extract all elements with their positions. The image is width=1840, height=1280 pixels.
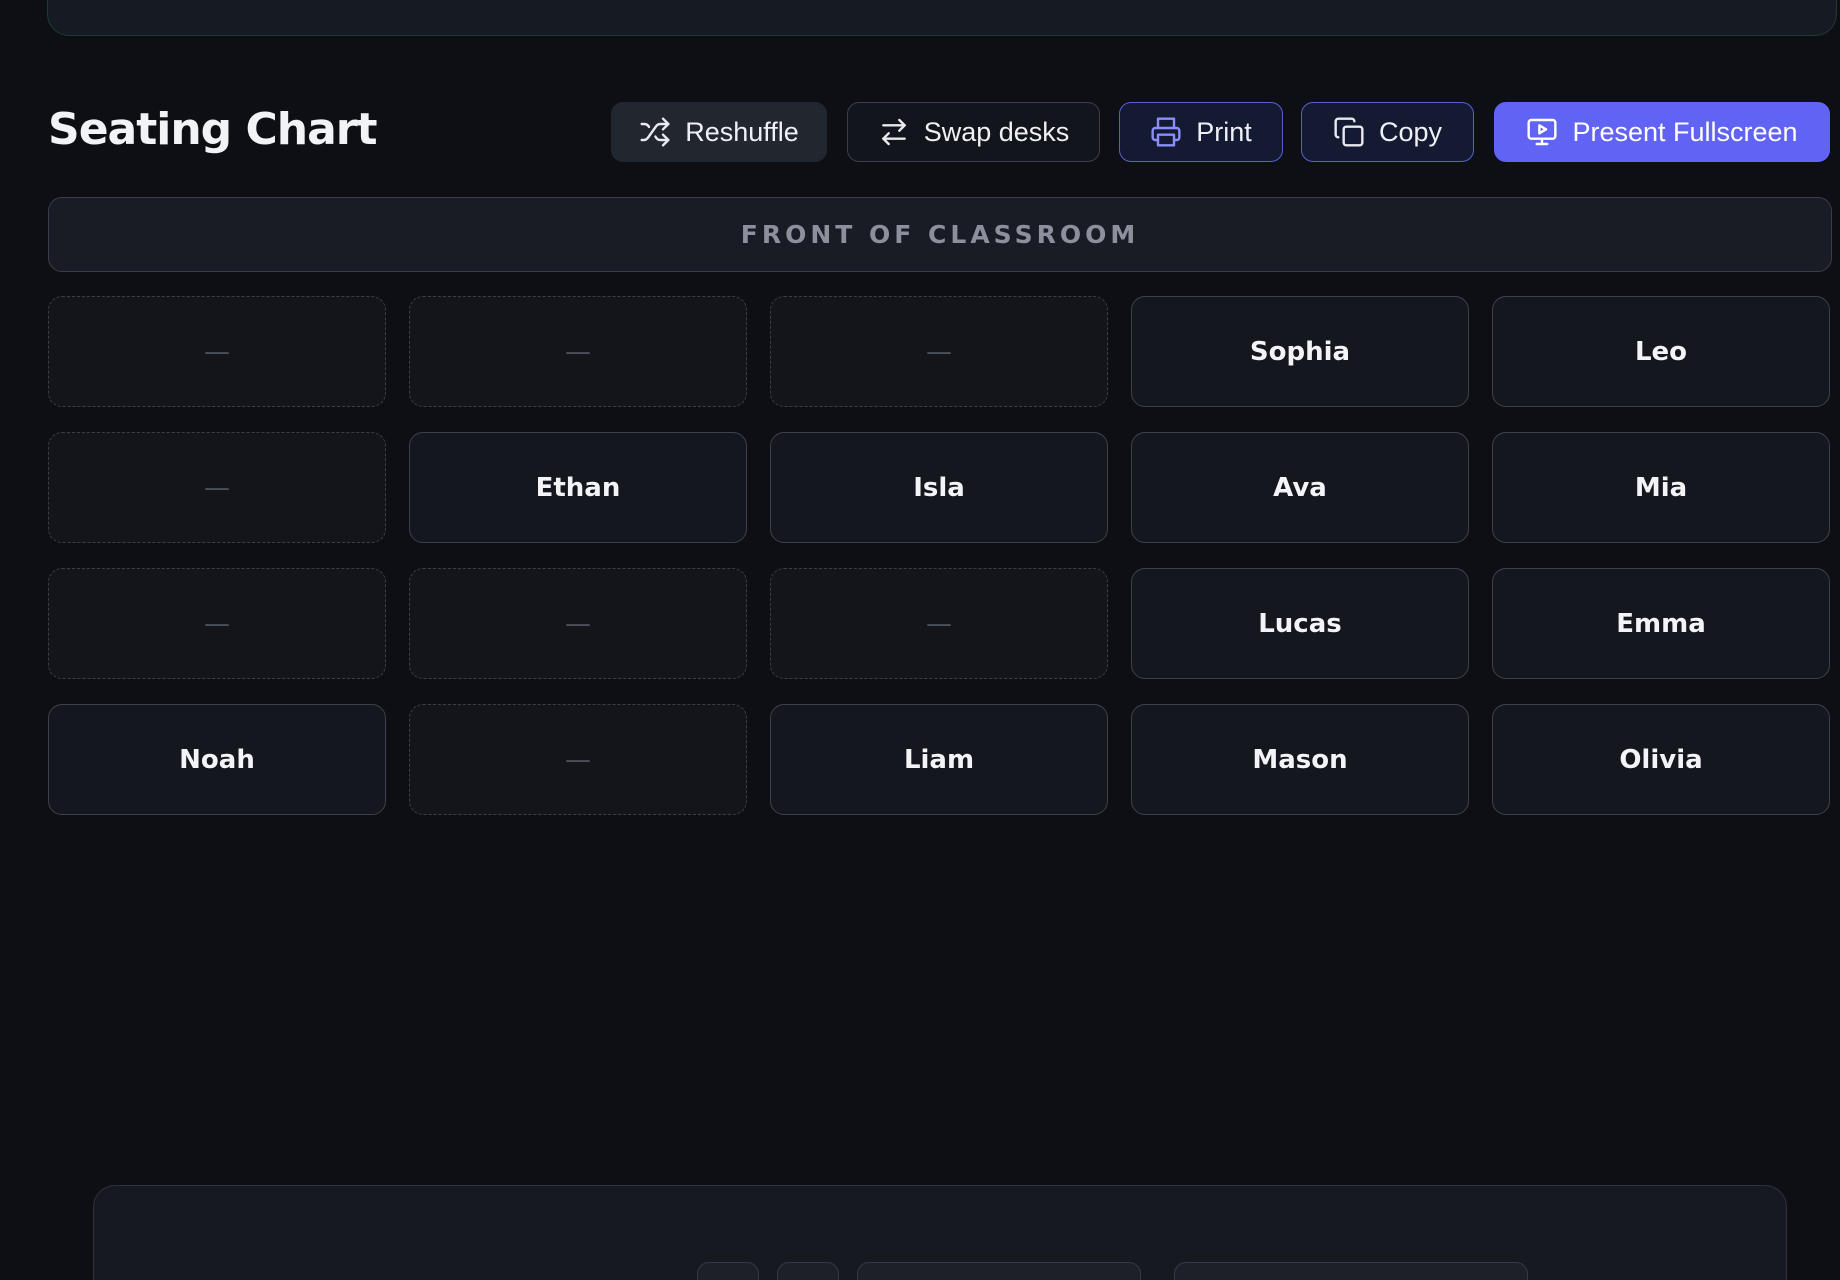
student-name: Olivia [1619, 744, 1703, 775]
copy-button[interactable]: Copy [1301, 102, 1474, 162]
desk-grid: — — — Sophia Leo — Ethan Isla Ava Mia — — — Lucas Emma… [48, 296, 1832, 815]
student-name: Lucas [1258, 608, 1342, 639]
bottom-panel [93, 1185, 1787, 1280]
front-of-classroom-banner: FRONT OF CLASSROOM [48, 197, 1832, 272]
desk-seat[interactable]: Mia [1492, 432, 1830, 543]
empty-desk[interactable]: — [48, 296, 386, 407]
empty-desk[interactable]: — [409, 296, 747, 407]
student-name: Leo [1634, 336, 1688, 367]
empty-desk-placeholder: — [565, 336, 591, 367]
page-title: Seating Chart [48, 104, 378, 155]
empty-desk[interactable]: — [409, 704, 747, 815]
desk-seat[interactable]: Leo [1492, 296, 1830, 407]
desk-seat[interactable]: Emma [1492, 568, 1830, 679]
present-fullscreen-label: Present Fullscreen [1572, 116, 1798, 147]
shuffle-icon [640, 117, 670, 147]
swap-arrows-icon [881, 118, 906, 146]
printer-icon [1151, 117, 1181, 147]
student-name: Noah [179, 744, 255, 775]
student-name: Mia [1634, 472, 1688, 503]
empty-desk[interactable]: — [48, 432, 386, 543]
desk-seat[interactable]: Sophia [1131, 296, 1469, 407]
present-fullscreen-button[interactable]: Present Fullscreen [1494, 102, 1830, 162]
student-name: Mason [1252, 744, 1348, 775]
swap-desks-button[interactable]: Swap desks [847, 102, 1100, 162]
bottom-field[interactable] [857, 1262, 1141, 1280]
student-name: Ava [1273, 472, 1327, 503]
desk-seat[interactable]: Ava [1131, 432, 1469, 543]
empty-desk-placeholder: — [204, 336, 230, 367]
student-name: Emma [1616, 608, 1706, 639]
desk-seat[interactable]: Mason [1131, 704, 1469, 815]
print-label: Print [1196, 116, 1252, 147]
empty-desk[interactable]: — [770, 296, 1108, 407]
presentation-screen-icon [1527, 118, 1557, 146]
copy-icon [1334, 117, 1364, 147]
desk-seat[interactable]: Olivia [1492, 704, 1830, 815]
top-card [47, 0, 1837, 36]
reshuffle-button[interactable]: Reshuffle [611, 102, 827, 162]
empty-desk-placeholder: — [926, 608, 952, 639]
empty-desk-placeholder: — [565, 608, 591, 639]
desk-seat[interactable]: Ethan [409, 432, 747, 543]
page: Seating Chart Reshuffle Swap desks Print… [0, 0, 1840, 1280]
student-name: Sophia [1249, 336, 1351, 367]
empty-desk-placeholder: — [204, 472, 230, 503]
empty-desk[interactable]: — [770, 568, 1108, 679]
empty-desk-placeholder: — [565, 744, 591, 775]
reshuffle-label: Reshuffle [685, 116, 799, 147]
empty-desk[interactable]: — [409, 568, 747, 679]
copy-label: Copy [1378, 116, 1443, 147]
desk-seat[interactable]: Isla [770, 432, 1108, 543]
empty-desk-placeholder: — [926, 336, 952, 367]
bottom-field[interactable] [1174, 1262, 1528, 1280]
bottom-control[interactable] [697, 1262, 759, 1280]
empty-desk-placeholder: — [204, 608, 230, 639]
student-name: Ethan [535, 472, 621, 503]
desk-seat[interactable]: Noah [48, 704, 386, 815]
bottom-control[interactable] [777, 1262, 839, 1280]
desk-seat[interactable]: Lucas [1131, 568, 1469, 679]
desk-seat[interactable]: Liam [770, 704, 1108, 815]
print-button[interactable]: Print [1119, 102, 1283, 162]
empty-desk[interactable]: — [48, 568, 386, 679]
swap-desks-label: Swap desks [923, 116, 1070, 147]
student-name: Liam [903, 744, 975, 775]
student-name: Isla [913, 472, 965, 503]
